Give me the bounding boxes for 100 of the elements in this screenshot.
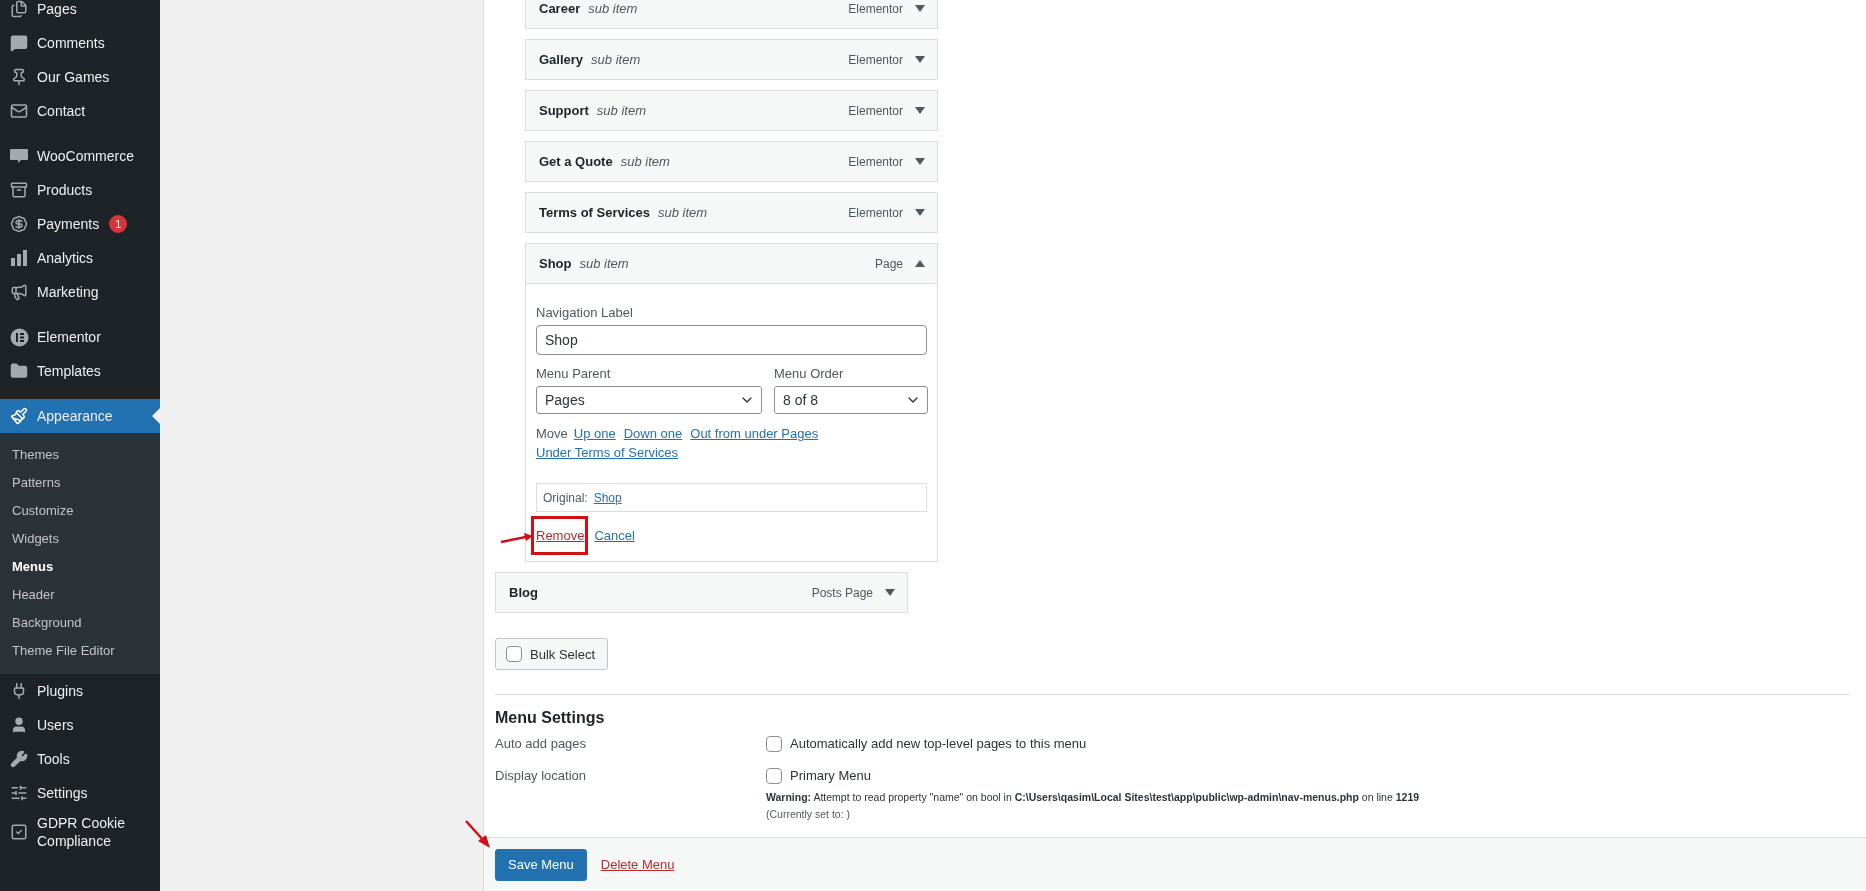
cancel-link[interactable]: Cancel xyxy=(594,528,635,543)
original-link[interactable]: Shop xyxy=(593,490,622,505)
menu-item-note: sub item xyxy=(579,256,629,271)
sidebar-item[interactable]: Analytics xyxy=(0,241,160,275)
menu-item-title: Gallery xyxy=(539,52,584,67)
circle-e-icon xyxy=(9,327,29,347)
menu-item-title: Career xyxy=(539,1,581,16)
checkbox[interactable] xyxy=(766,768,782,784)
archive-icon xyxy=(10,181,28,199)
current-pointer-icon xyxy=(152,408,160,424)
expand-arrow-icon[interactable] xyxy=(915,56,925,63)
menu-item-type: Elementor xyxy=(848,1,903,16)
menu-item-header[interactable]: Career sub item Elementor xyxy=(525,0,938,29)
menu-item-header[interactable]: Shop sub item Page xyxy=(525,243,938,284)
menu-item-type: Page xyxy=(874,256,903,271)
warning-message: Warning: Attempt to read property "name" on bool in C:\Users\qasim\Local Sites\test\app\public\wp-admin\nav-menus.php on line 1219 xyxy=(766,791,1421,803)
wrench-icon xyxy=(10,750,28,768)
menu-item-header[interactable]: Get a Quote sub item Elementor xyxy=(525,141,938,182)
menu-item-header[interactable]: Support sub item Elementor xyxy=(525,90,938,131)
remove-link[interactable]: Remove xyxy=(536,528,585,543)
menu-item-type: Elementor xyxy=(848,103,903,118)
paintbrush-icon xyxy=(10,407,28,425)
menu-item-note: sub item xyxy=(596,103,646,118)
menu-item-type: Elementor xyxy=(848,154,903,169)
count-badge: 1 xyxy=(109,215,128,233)
expand-arrow-icon[interactable] xyxy=(915,158,925,165)
user-icon xyxy=(10,716,28,734)
sidebar-item[interactable]: Appearance xyxy=(0,399,160,433)
expand-arrow-icon[interactable] xyxy=(885,589,895,596)
menu-item-title: Terms of Services xyxy=(539,205,651,220)
checkbox[interactable] xyxy=(766,736,782,752)
menu-item-type: Elementor xyxy=(848,205,903,220)
mail-icon xyxy=(10,102,28,120)
collapse-arrow-icon[interactable] xyxy=(915,260,925,267)
setting-label: Auto add pages xyxy=(495,735,588,753)
bulk-select-button[interactable]: Bulk Select xyxy=(495,638,609,670)
sidebar-item[interactable]: Users xyxy=(0,708,160,742)
submenu-item[interactable]: Header xyxy=(0,580,160,608)
submenu-item[interactable]: Themes xyxy=(0,440,160,468)
comment-icon xyxy=(10,34,28,52)
sidebar-item[interactable]: Contact xyxy=(0,94,160,128)
menu-item-header[interactable]: Gallery sub item Elementor xyxy=(525,39,938,80)
menu-item-type: Posts Page xyxy=(811,585,873,600)
sidebar-item[interactable]: Tools xyxy=(0,742,160,776)
pages-icon xyxy=(10,0,28,18)
submenu-item[interactable]: Theme File Editor xyxy=(0,636,160,664)
checkbox[interactable] xyxy=(506,646,522,662)
sidebar-item[interactable]: Comments xyxy=(0,26,160,60)
bar-chart-icon xyxy=(10,250,28,266)
sidebar-item[interactable]: Marketing xyxy=(0,275,160,309)
sidebar-item[interactable]: Products xyxy=(0,173,160,207)
move-link[interactable]: Down one xyxy=(623,426,683,441)
field-label: Menu Order xyxy=(774,365,845,383)
sidebar-item[interactable]: Plugins xyxy=(0,674,160,708)
menu-item-header[interactable]: Blog Posts Page xyxy=(495,572,908,613)
menu-item-title: Blog xyxy=(509,585,538,600)
submenu-item[interactable]: Background xyxy=(0,608,160,636)
move-link[interactable]: Up one xyxy=(573,426,616,441)
navigation-label-field[interactable]: Shop xyxy=(536,325,927,355)
sidebar-item[interactable]: Payments 1 xyxy=(0,207,160,241)
pin-icon xyxy=(10,68,28,86)
menu-item-header[interactable]: Terms of Services sub item Elementor xyxy=(525,192,938,233)
menu-item-note: sub item xyxy=(620,154,670,169)
move-label: Move xyxy=(536,426,568,441)
annotation-arrow xyxy=(500,532,534,544)
submenu-item[interactable]: Widgets xyxy=(0,524,160,552)
folder-icon xyxy=(10,362,28,380)
megaphone-icon xyxy=(10,283,28,301)
sidebar-item[interactable]: Settings xyxy=(0,776,160,810)
option-label: Primary Menu xyxy=(790,767,871,785)
menu-item-note: sub item xyxy=(588,1,638,16)
menu-item-type: Elementor xyxy=(848,52,903,67)
menu-item-note: sub item xyxy=(591,52,641,67)
sidebar-item[interactable]: GDPR Cookie Compliance xyxy=(0,810,160,854)
sliders-icon xyxy=(10,784,28,802)
field-label: Navigation Label xyxy=(536,304,634,322)
move-link[interactable]: Under Terms of Services xyxy=(536,445,679,460)
sidebar-item[interactable]: Elementor xyxy=(0,320,160,354)
sidebar-item[interactable]: Our Games xyxy=(0,60,160,94)
submenu-item[interactable]: Patterns xyxy=(0,468,160,496)
section-heading: Menu Settings xyxy=(495,709,606,727)
sidebar-item[interactable]: Pages xyxy=(0,0,160,26)
menu-item-title: Support xyxy=(539,103,589,118)
menu-parent-select[interactable]: Pages xyxy=(536,386,762,414)
sidebar-item[interactable]: Templates xyxy=(0,354,160,388)
expand-arrow-icon[interactable] xyxy=(915,209,925,216)
menu-order-select[interactable]: 8 of 8 xyxy=(774,386,928,414)
field-label: Menu Parent xyxy=(536,365,612,383)
option-label: Automatically add new top-level pages to this menu xyxy=(790,735,1087,753)
delete-menu-link[interactable]: Delete Menu xyxy=(600,857,675,872)
menu-item-title: Get a Quote xyxy=(539,154,613,169)
move-link[interactable]: Out from under Pages xyxy=(690,426,819,441)
expand-arrow-icon[interactable] xyxy=(915,107,925,114)
submenu-item[interactable]: Menus xyxy=(0,552,160,580)
menu-item-title: Shop xyxy=(539,256,572,271)
expand-arrow-icon[interactable] xyxy=(915,5,925,12)
sidebar-item[interactable]: WooCommerce xyxy=(0,139,160,173)
submenu-item[interactable]: Customize xyxy=(0,496,160,524)
save-menu-button[interactable]: Save Menu xyxy=(495,848,587,881)
menu-item-note: sub item xyxy=(658,205,708,220)
